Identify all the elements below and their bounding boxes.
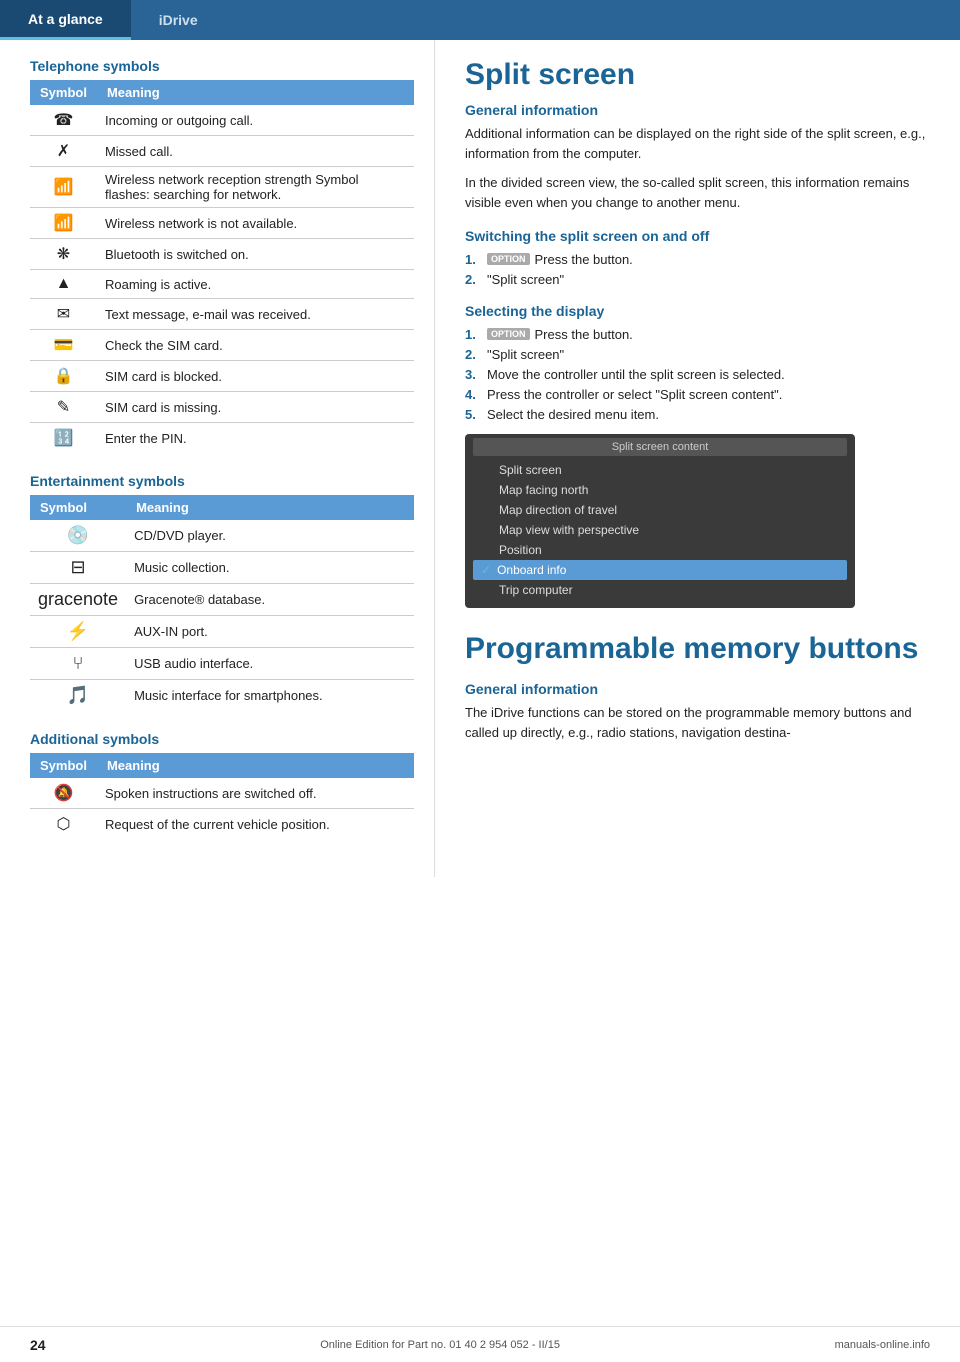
footer-right-text: manuals-online.info xyxy=(835,1339,930,1351)
table-row: 💿CD/DVD player. xyxy=(30,520,414,552)
selecting-step-4: 4. Press the controller or select "Split… xyxy=(465,387,930,402)
table-row: gracenoteGracenote® database. xyxy=(30,584,414,616)
entertainment-table-col-symbol: Symbol xyxy=(30,495,126,520)
additional-symbols-title: Additional symbols xyxy=(30,731,414,747)
split-screen-general-info-title: General information xyxy=(465,102,930,118)
split-screen-menu-item[interactable]: Map facing north xyxy=(473,480,847,500)
split-screen-items: Split screenMap facing northMap directio… xyxy=(473,460,847,600)
prog-memory-general-info-title: General information xyxy=(465,681,930,697)
additional-symbols-table: Symbol Meaning 🔕Spoken instructions are … xyxy=(30,753,414,839)
tab-idrive[interactable]: iDrive xyxy=(131,0,226,40)
split-screen-menu-item[interactable]: Map direction of travel xyxy=(473,500,847,520)
option-icon-2: OPTION xyxy=(487,328,530,340)
table-row: 🔕Spoken instructions are switched off. xyxy=(30,778,414,809)
table-row: ⊟Music collection. xyxy=(30,552,414,584)
table-row: ☎Incoming or outgoing call. xyxy=(30,105,414,136)
telephone-table-col-symbol: Symbol xyxy=(30,80,97,105)
telephone-table-col-meaning: Meaning xyxy=(97,80,414,105)
left-column: Telephone symbols Symbol Meaning ☎Incomi… xyxy=(0,40,435,877)
page-number: 24 xyxy=(30,1337,46,1353)
switching-step-1: 1. OPTION Press the button. xyxy=(465,252,930,267)
split-screen-mockup-title: Split screen content xyxy=(473,438,847,456)
split-screen-para-2: In the divided screen view, the so-calle… xyxy=(465,173,930,212)
split-screen-menu-item[interactable]: ✓ Onboard info xyxy=(473,560,847,580)
split-screen-heading: Split screen xyxy=(465,58,930,92)
split-screen-para-1: Additional information can be displayed … xyxy=(465,124,930,163)
split-screen-menu-item[interactable]: Trip computer xyxy=(473,580,847,600)
selecting-title: Selecting the display xyxy=(465,303,930,319)
selecting-step-3: 3. Move the controller until the split s… xyxy=(465,367,930,382)
telephone-symbols-table: Symbol Meaning ☎Incoming or outgoing cal… xyxy=(30,80,414,453)
prog-memory-para: The iDrive functions can be stored on th… xyxy=(465,703,930,742)
footer-text: Online Edition for Part no. 01 40 2 954 … xyxy=(320,1339,560,1351)
entertainment-table-col-meaning: Meaning xyxy=(126,495,414,520)
table-row: ▲Roaming is active. xyxy=(30,270,414,299)
footer: 24 Online Edition for Part no. 01 40 2 9… xyxy=(0,1326,960,1362)
table-row: ✎SIM card is missing. xyxy=(30,392,414,423)
table-row: ⬡Request of the current vehicle position… xyxy=(30,809,414,840)
table-row: 📶Wireless network reception strength Sym… xyxy=(30,167,414,208)
nav-bar: At a glance iDrive xyxy=(0,0,960,40)
tab-at-a-glance[interactable]: At a glance xyxy=(0,0,131,40)
selecting-steps: 1. OPTION Press the button. 2. "Split sc… xyxy=(465,327,930,422)
selecting-step-1: 1. OPTION Press the button. xyxy=(465,327,930,342)
table-row: 🔒SIM card is blocked. xyxy=(30,361,414,392)
table-row: ⑂USB audio interface. xyxy=(30,648,414,680)
right-column: Split screen General information Additio… xyxy=(435,40,960,877)
table-row: 💳Check the SIM card. xyxy=(30,330,414,361)
additional-table-col-meaning: Meaning xyxy=(97,753,414,778)
selecting-step-5: 5. Select the desired menu item. xyxy=(465,407,930,422)
entertainment-symbols-title: Entertainment symbols xyxy=(30,473,414,489)
split-screen-menu-item[interactable]: Split screen xyxy=(473,460,847,480)
switching-steps: 1. OPTION Press the button. 2. "Split sc… xyxy=(465,252,930,287)
telephone-symbols-title: Telephone symbols xyxy=(30,58,414,74)
option-icon-1: OPTION xyxy=(487,253,530,265)
table-row: 📶Wireless network is not available. xyxy=(30,208,414,239)
selecting-step-2: 2. "Split screen" xyxy=(465,347,930,362)
prog-memory-heading: Programmable memory buttons xyxy=(465,632,930,665)
entertainment-symbols-table: Symbol Meaning 💿CD/DVD player.⊟Music col… xyxy=(30,495,414,711)
split-screen-menu-item[interactable]: Map view with perspective xyxy=(473,520,847,540)
switching-step-2: 2. "Split screen" xyxy=(465,272,930,287)
table-row: ⚡AUX-IN port. xyxy=(30,616,414,648)
split-screen-menu-item[interactable]: Position xyxy=(473,540,847,560)
switching-title: Switching the split screen on and off xyxy=(465,228,930,244)
table-row: 🔢Enter the PIN. xyxy=(30,423,414,454)
split-screen-mockup: Split screen content Split screenMap fac… xyxy=(465,434,855,608)
table-row: ✉Text message, e-mail was received. xyxy=(30,299,414,330)
table-row: 🎵Music interface for smartphones. xyxy=(30,680,414,712)
main-content: Telephone symbols Symbol Meaning ☎Incomi… xyxy=(0,40,960,877)
table-row: ✗Missed call. xyxy=(30,136,414,167)
table-row: ❋Bluetooth is switched on. xyxy=(30,239,414,270)
additional-table-col-symbol: Symbol xyxy=(30,753,97,778)
